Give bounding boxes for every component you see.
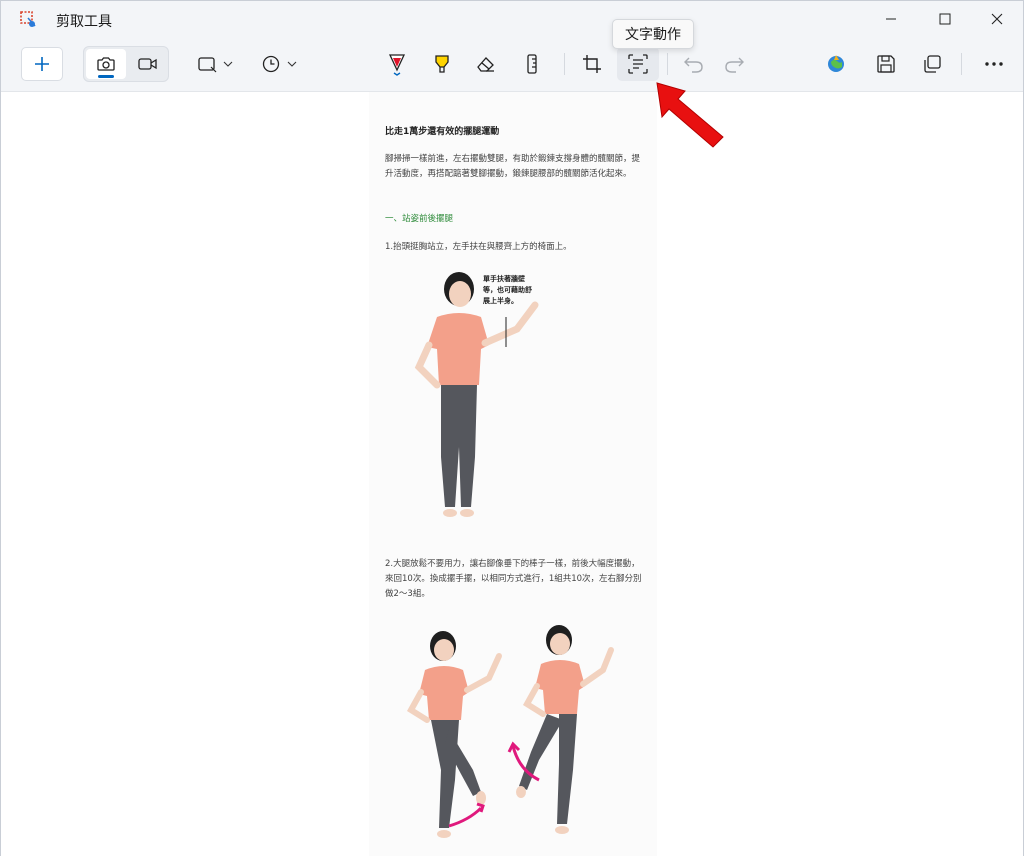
ruler-icon xyxy=(527,54,537,74)
figure-callout: 單手扶著牆壁等，也可藉助舒展上半身。 xyxy=(483,275,532,305)
window-title: 剪取工具 xyxy=(56,14,112,30)
toolbar-divider xyxy=(564,53,565,75)
highlighter-icon xyxy=(435,55,449,73)
redo-icon xyxy=(725,57,744,73)
chevron-down-icon xyxy=(223,61,233,67)
rectangle-snip-icon xyxy=(198,57,217,73)
snipping-tool-app-icon xyxy=(20,11,36,27)
ballpoint-pen-button[interactable] xyxy=(379,47,415,81)
minimize-button[interactable] xyxy=(867,1,915,37)
section-heading: 一、站姿前後擺腿 xyxy=(385,214,454,224)
copy-icon xyxy=(924,55,941,73)
save-icon xyxy=(877,55,895,73)
crop-icon xyxy=(583,55,601,73)
text-actions-button[interactable] xyxy=(617,47,659,81)
article-title: 比走1萬步還有效的擺腿運動 xyxy=(385,127,500,137)
capture-mode-group xyxy=(83,46,169,82)
delay-dropdown[interactable] xyxy=(257,47,301,81)
record-mode-button[interactable] xyxy=(128,49,168,79)
paint-3d-button[interactable] xyxy=(819,47,853,81)
toolbar-divider xyxy=(961,53,962,75)
maximize-icon xyxy=(939,13,951,25)
eraser-button[interactable] xyxy=(469,47,503,81)
camera-icon xyxy=(97,57,115,71)
step-two-text: 2.大腿放鬆不要用力，讓右腳像垂下的棒子一樣，前後大幅度擺動，來回10次。換成擺… xyxy=(385,559,642,599)
video-icon xyxy=(138,58,157,70)
step-one-text: 1.抬頭挺胸站立，左手扶在與腰齊上方的椅面上。 xyxy=(385,242,572,252)
captured-document: 比走1萬步還有效的擺腿運動 腳掃掃一樣前進，左右擺動雙腿，有助於鍛鍊支撐身體的髖… xyxy=(369,92,657,856)
copy-button[interactable] xyxy=(915,47,949,81)
close-button[interactable] xyxy=(973,1,1021,37)
paint-icon xyxy=(828,55,844,72)
exercise-figure-standing xyxy=(414,272,539,517)
maximize-button[interactable] xyxy=(921,1,969,37)
snip-mode-button[interactable] xyxy=(86,49,126,79)
more-options-button[interactable] xyxy=(977,47,1011,81)
ballpoint-pen-icon xyxy=(388,54,406,76)
eraser-icon xyxy=(477,57,494,72)
exercise-figure-leg-swing xyxy=(406,625,614,838)
ruler-button[interactable] xyxy=(515,47,549,81)
clock-icon xyxy=(262,55,280,73)
more-icon xyxy=(985,62,1003,66)
toolbar xyxy=(1,39,1023,91)
selected-indicator xyxy=(98,75,114,78)
snip-canvas: 比走1萬步還有效的擺腿運動 腳掃掃一樣前進，左右擺動雙腿，有助於鍛鍊支撐身體的髖… xyxy=(1,91,1023,856)
plus-icon xyxy=(35,57,49,71)
new-snip-button[interactable] xyxy=(21,47,63,81)
toolbar-divider xyxy=(667,53,668,75)
undo-icon xyxy=(684,57,703,73)
redo-button[interactable] xyxy=(717,47,751,81)
text-actions-icon xyxy=(628,54,648,74)
minimize-icon xyxy=(886,18,896,20)
text-actions-tooltip: 文字動作 xyxy=(612,19,694,49)
snipping-tool-window: 剪取工具 文字動作 比走1萬步還有效的擺腿運動 腳掃掃一樣前進，左右擺動雙腿，有… xyxy=(0,0,1024,856)
close-icon xyxy=(991,13,1003,25)
undo-button[interactable] xyxy=(677,47,711,81)
snip-shape-dropdown[interactable] xyxy=(193,47,237,81)
highlighter-button[interactable] xyxy=(425,47,459,81)
title-bar: 剪取工具 xyxy=(1,1,1023,39)
red-arrow-annotation xyxy=(656,82,724,148)
save-button[interactable] xyxy=(869,47,903,81)
crop-button[interactable] xyxy=(575,47,609,81)
article-intro: 腳掃掃一樣前進，左右擺動雙腿，有助於鍛鍊支撐身體的髖關節，提升活動度，再搭配踮著… xyxy=(385,154,641,179)
chevron-down-icon xyxy=(287,61,297,67)
